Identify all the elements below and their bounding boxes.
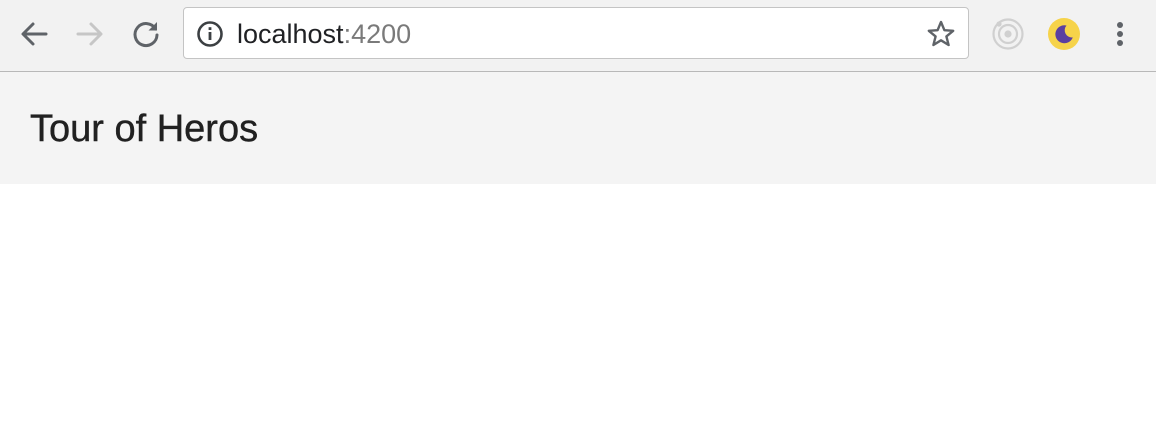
browser-menu-button[interactable] (1102, 16, 1138, 52)
url-port: :4200 (343, 19, 412, 49)
back-arrow-icon (21, 22, 48, 46)
back-button[interactable] (14, 14, 54, 54)
page-title: Tour of Heros (30, 108, 259, 150)
reload-button[interactable] (126, 14, 166, 54)
moon-icon (1048, 18, 1080, 50)
app-content (0, 184, 1156, 448)
forward-arrow-icon (76, 22, 103, 46)
info-icon[interactable] (196, 20, 224, 48)
target-icon (992, 18, 1024, 50)
reload-icon (133, 22, 159, 48)
url-host: localhost (237, 19, 344, 49)
app-header: Tour of Heros (0, 72, 1156, 184)
url-text[interactable]: localhost:4200 (237, 19, 411, 49)
extension-button-moon[interactable] (1046, 16, 1082, 52)
star-icon[interactable] (926, 19, 956, 49)
extension-button-target[interactable] (990, 16, 1026, 52)
kebab-menu-icon (1117, 22, 1123, 46)
browser-toolbar: localhost:4200 (0, 0, 1156, 72)
address-bar[interactable]: localhost:4200 (183, 7, 969, 59)
forward-button[interactable] (70, 14, 110, 54)
